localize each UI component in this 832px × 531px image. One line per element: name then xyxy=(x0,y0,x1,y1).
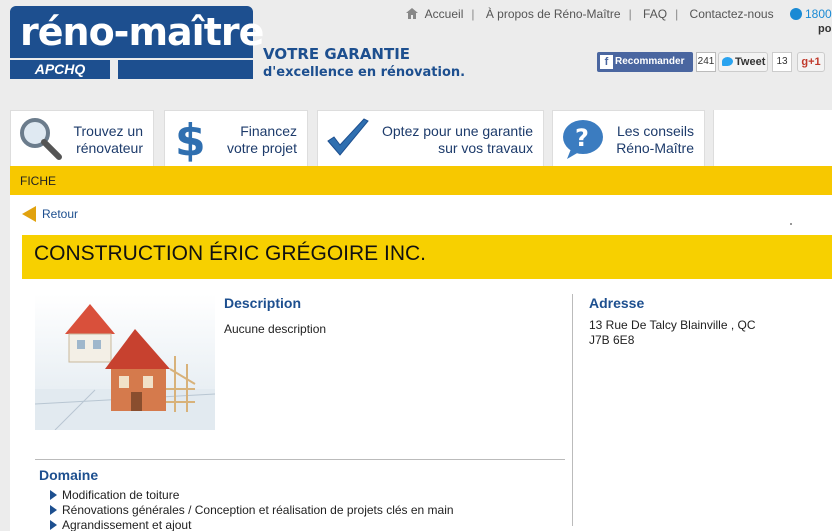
address-line2: J7B 6E8 xyxy=(589,333,635,347)
phone-link[interactable]: 1800 xyxy=(790,7,832,21)
list-item: Agrandissement et ajout xyxy=(50,518,454,531)
bullet-arrow-icon xyxy=(50,505,57,515)
description-heading: Description xyxy=(224,295,302,311)
nav-contact[interactable]: Contactez-nous xyxy=(690,7,774,21)
tile-line2: Réno-Maître xyxy=(616,140,694,156)
nav-separator: | xyxy=(471,7,475,21)
tile-label: Optez pour une garantie sur vos travaux xyxy=(382,123,533,157)
breadcrumb-label: FICHE xyxy=(20,174,56,188)
gplus-button[interactable]: g+1 xyxy=(797,52,825,72)
question-icon: ? xyxy=(563,120,603,159)
checkmark-icon xyxy=(327,118,369,156)
facebook-label: Recommander xyxy=(615,56,685,67)
bullet-arrow-icon xyxy=(50,520,57,530)
bullet-arrow-icon xyxy=(50,490,57,500)
twitter-icon xyxy=(722,57,733,66)
address-heading: Adresse xyxy=(589,295,645,311)
tile-financez[interactable]: $ Financez votre projet xyxy=(164,110,308,166)
tile-line2: sur vos travaux xyxy=(438,140,533,156)
tweet-count: 13 xyxy=(772,52,792,72)
brand-logo[interactable]: réno-maître APCHQ xyxy=(10,6,264,79)
logo-top: réno-maître xyxy=(10,6,264,58)
company-profile: Retour CONSTRUCTION ÉRIC GRÉGOIRE INC. D… xyxy=(10,195,832,531)
domain-item-text: Rénovations générales / Conception et ré… xyxy=(62,503,454,517)
domain-item-text: Agrandissement et ajout xyxy=(62,518,192,531)
tile-spacer xyxy=(713,110,832,166)
company-photo xyxy=(35,294,215,430)
skype-icon xyxy=(790,8,802,20)
list-item: Rénovations générales / Conception et ré… xyxy=(50,503,454,518)
address-text: 13 Rue De Talcy Blainville , QC J7B 6E8 xyxy=(589,318,756,348)
tile-label: Les conseils Réno-Maître xyxy=(616,123,694,157)
list-item: Modification de toiture xyxy=(50,488,454,503)
domain-heading: Domaine xyxy=(39,467,99,483)
svg-text:$: $ xyxy=(175,115,206,163)
tile-conseils[interactable]: ? Les conseils Réno-Maître xyxy=(552,110,705,166)
back-arrow-icon xyxy=(22,206,36,222)
main-tiles: Trouvez un rénovateur $ Financez votre p… xyxy=(10,110,832,166)
nav-accueil[interactable]: Accueil xyxy=(425,7,464,21)
divider-dot xyxy=(790,223,792,225)
address-line1: 13 Rue De Talcy Blainville , QC xyxy=(589,318,756,332)
section-divider xyxy=(35,459,565,460)
nav-separator: | xyxy=(675,7,679,21)
tile-line1: Optez pour une garantie xyxy=(382,123,533,139)
dollar-icon: $ xyxy=(175,115,206,163)
house-illustration xyxy=(35,304,215,430)
facebook-count: 241 xyxy=(696,52,716,72)
nav-faq[interactable]: FAQ xyxy=(643,7,667,21)
logo-apchq: APCHQ xyxy=(10,60,110,79)
nav-separator: | xyxy=(628,7,632,21)
facebook-icon: f xyxy=(600,55,613,69)
magnifier-icon xyxy=(20,118,62,160)
tile-line2: rénovateur xyxy=(76,140,143,156)
domain-list: Modification de toiture Rénovations géné… xyxy=(50,488,454,531)
tile-line1: Les conseils xyxy=(616,123,694,139)
tile-garantie[interactable]: Optez pour une garantie sur vos travaux xyxy=(317,110,544,166)
tagline: VOTRE GARANTIE d'excellence en rénovatio… xyxy=(263,45,465,80)
tagline-line1: VOTRE GARANTIE xyxy=(263,45,411,63)
header-right-text: po xyxy=(818,23,832,35)
tweet-button[interactable]: Tweet xyxy=(718,52,768,72)
company-name: CONSTRUCTION ÉRIC GRÉGOIRE INC. xyxy=(34,242,427,265)
home-icon xyxy=(406,8,418,19)
domain-item-text: Modification de toiture xyxy=(62,488,180,502)
tagline-line2: d'excellence en rénovation. xyxy=(263,65,466,80)
tile-line1: Trouvez un xyxy=(73,123,143,139)
nav-a-propos[interactable]: À propos de Réno-Maître xyxy=(486,7,621,21)
logo-text: réno-maître xyxy=(20,10,264,54)
tile-label: Financez votre projet xyxy=(227,123,297,157)
column-divider xyxy=(572,294,573,526)
svg-text:?: ? xyxy=(575,124,589,152)
tile-line2: votre projet xyxy=(226,140,297,156)
top-navigation: Accueil | À propos de Réno-Maître | FAQ | C… xyxy=(406,7,774,21)
logo-bottom: APCHQ xyxy=(10,60,253,79)
tile-label: Trouvez un rénovateur xyxy=(73,123,143,157)
tweet-label: Tweet xyxy=(735,56,766,68)
company-title-bar: CONSTRUCTION ÉRIC GRÉGOIRE INC. xyxy=(22,235,832,279)
breadcrumb: FICHE xyxy=(10,166,832,195)
back-label: Retour xyxy=(42,207,79,221)
logo-bar xyxy=(118,60,253,79)
description-text: Aucune description xyxy=(224,322,327,336)
back-link[interactable]: Retour xyxy=(22,206,78,222)
tile-trouvez[interactable]: Trouvez un rénovateur xyxy=(10,110,154,166)
phone-text: 1800 xyxy=(805,7,832,21)
facebook-recommend-button[interactable]: f Recommander xyxy=(597,52,693,72)
tile-line1: Financez xyxy=(240,123,297,139)
